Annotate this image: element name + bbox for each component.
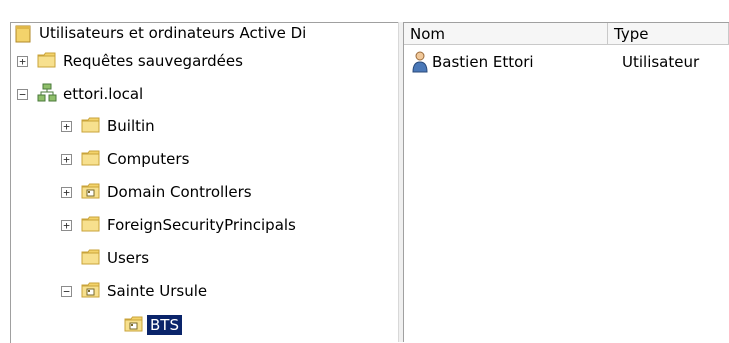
tree-item-label: Domain Controllers [107, 183, 252, 201]
expand-icon[interactable]: + [61, 187, 72, 198]
list-item[interactable]: Bastien Ettori Utilisateur [404, 49, 729, 75]
folder-icon [81, 117, 100, 133]
folder-icon [81, 216, 100, 232]
tree-item-foreign-security-principals[interactable]: + ForeignSecurityPrincipals [11, 212, 395, 238]
tree-item-label: ettori.local [63, 85, 144, 103]
ou-folder-icon [81, 282, 100, 298]
tree-item-bts[interactable]: BTS [11, 312, 395, 338]
folder-icon [37, 52, 56, 68]
folder-icon [81, 150, 100, 166]
snapin-root-icon [15, 25, 34, 43]
tree-item-sainte-ursule[interactable]: − Sainte Ursule [11, 278, 395, 304]
tree-item-label: Sainte Ursule [107, 282, 208, 300]
column-header-nom[interactable]: Nom [404, 23, 608, 45]
tree-item-builtin[interactable]: + Builtin [11, 113, 395, 139]
tree-pane[interactable]: Utilisateurs et ordinateurs Active Di + … [10, 22, 399, 343]
tree-root[interactable]: Utilisateurs et ordinateurs Active Di [15, 23, 399, 46]
tree-item-label: ForeignSecurityPrincipals [107, 216, 296, 234]
mmc-console: Utilisateurs et ordinateurs Active Di + … [0, 0, 729, 343]
ou-folder-icon [81, 183, 100, 199]
collapse-icon[interactable]: − [61, 286, 72, 297]
ou-folder-icon [124, 316, 143, 332]
domain-icon [37, 83, 57, 102]
tree-item-label: Computers [107, 150, 190, 168]
tree-item-label: Requêtes sauvegardées [63, 52, 243, 70]
details-pane[interactable]: Nom Type Bastien Ettori Utilisateur [404, 22, 729, 343]
tree-item-users[interactable]: Users [11, 245, 395, 271]
expand-icon[interactable]: + [61, 220, 72, 231]
column-header-type[interactable]: Type [608, 23, 729, 45]
folder-icon [81, 249, 100, 265]
expand-icon[interactable]: + [61, 121, 72, 132]
expand-icon[interactable]: + [17, 56, 28, 67]
tree-item-computers[interactable]: + Computers [11, 146, 395, 172]
tree-item-label: Builtin [107, 117, 155, 135]
tree-root-label: Utilisateurs et ordinateurs Active Di [39, 24, 307, 42]
user-type: Utilisateur [622, 53, 700, 71]
tree-item-ettori-local[interactable]: − ettori.local [11, 81, 395, 107]
tree-item-label: Users [107, 249, 150, 267]
user-name: Bastien Ettori [432, 53, 534, 71]
tree-item-domain-controllers[interactable]: + Domain Controllers [11, 179, 395, 205]
expand-icon[interactable]: + [61, 154, 72, 165]
collapse-icon[interactable]: − [17, 89, 28, 100]
tree-item-requetes[interactable]: + Requêtes sauvegardées [11, 48, 395, 74]
tree-item-label-selected: BTS [147, 315, 182, 335]
user-icon [411, 51, 430, 73]
